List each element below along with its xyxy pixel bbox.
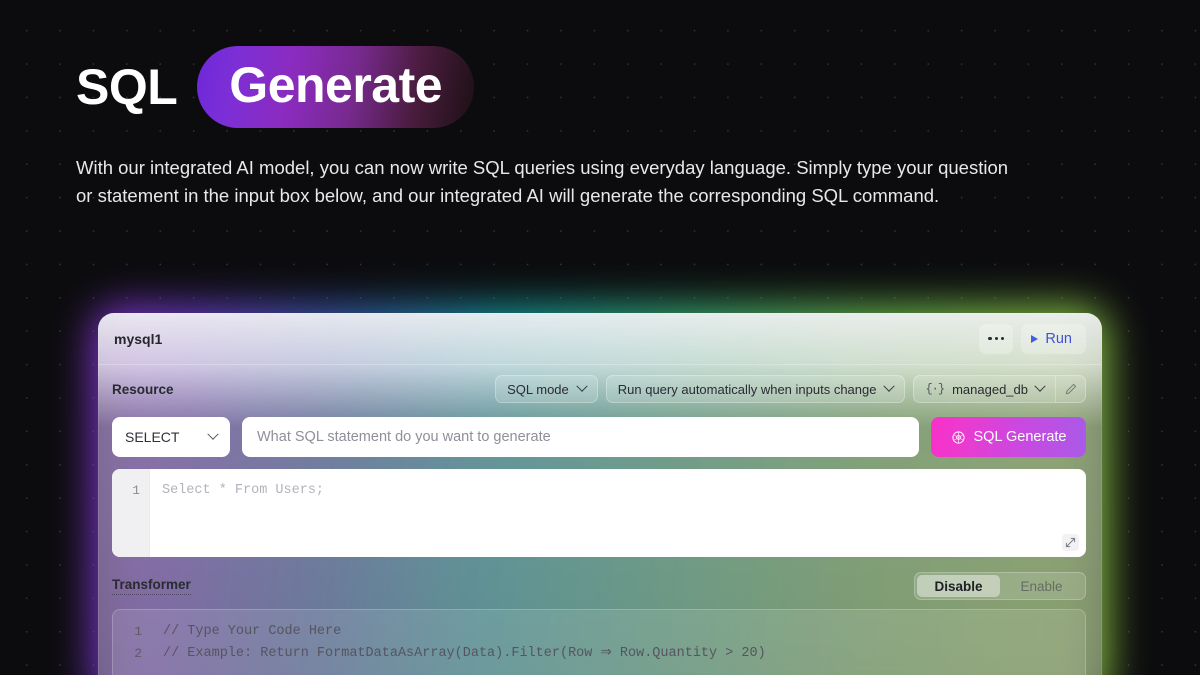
chevron-down-icon (1034, 380, 1046, 392)
database-selector-group: {·} managed_db (913, 375, 1086, 403)
expand-editor-button[interactable] (1062, 534, 1079, 551)
run-button-label: Run (1045, 330, 1072, 347)
sql-prompt-placeholder: What SQL statement do you want to genera… (257, 429, 551, 445)
run-behavior-label: Run query automatically when inputs chan… (617, 381, 877, 397)
transformer-toggle-group: Disable Enable (914, 572, 1086, 600)
sql-mode-dropdown[interactable]: SQL mode (495, 375, 598, 403)
resource-label: Resource (112, 381, 174, 397)
transformer-row: Transformer Disable Enable (98, 563, 1102, 609)
sql-generate-label: SQL Generate (973, 429, 1067, 445)
statement-type-label: SELECT (125, 429, 180, 445)
chevron-down-icon (207, 428, 219, 440)
play-icon (1031, 334, 1039, 343)
transformer-enable-option[interactable]: Enable (1000, 575, 1083, 597)
sql-editor-placeholder: Select * From Users; (162, 483, 325, 498)
page-description: With our integrated AI model, you can no… (76, 157, 1009, 206)
edit-resource-button[interactable] (1055, 376, 1085, 402)
page-title: SQL Generate (76, 46, 1036, 128)
run-button[interactable]: Run (1021, 323, 1086, 354)
database-label: managed_db (952, 381, 1028, 397)
hero-section: SQL Generate With our integrated AI mode… (76, 46, 1036, 210)
statement-type-dropdown[interactable]: SELECT (112, 417, 230, 457)
sql-generate-row: SELECT What SQL statement do you want to… (98, 415, 1102, 459)
pencil-icon (1065, 383, 1076, 395)
database-dropdown[interactable]: {·} managed_db (914, 376, 1055, 402)
sql-prompt-input[interactable]: What SQL statement do you want to genera… (242, 417, 919, 457)
sql-mode-label: SQL mode (507, 381, 569, 397)
transformer-disable-option[interactable]: Disable (917, 575, 1000, 597)
more-options-button[interactable] (979, 323, 1014, 354)
ellipsis-icon (988, 336, 1005, 341)
sql-editor[interactable]: 1 Select * From Users; (112, 469, 1086, 557)
transformer-label: Transformer (112, 577, 191, 595)
run-behavior-dropdown[interactable]: Run query automatically when inputs chan… (605, 375, 906, 403)
expand-icon (1065, 537, 1076, 548)
braces-icon: {·} (925, 382, 945, 396)
chevron-down-icon (883, 380, 896, 392)
query-titlebar: mysql1 Run (98, 313, 1102, 365)
sql-editor-gutter: 1 (112, 469, 150, 557)
app-card: mysql1 Run Resource SQL mode Run query a… (98, 313, 1102, 675)
sql-generate-button[interactable]: SQL Generate (931, 417, 1086, 457)
openai-sparkle-icon (951, 430, 965, 444)
chevron-down-icon (576, 380, 588, 392)
transformer-editor-gutter: 12 (134, 624, 142, 661)
query-name: mysql1 (114, 330, 163, 347)
resource-row: Resource SQL mode Run query automaticall… (98, 365, 1102, 413)
transformer-code: // Type Your Code Here // Example: Retur… (163, 624, 766, 661)
transformer-editor[interactable]: 12 // Type Your Code Here // Example: Re… (112, 609, 1086, 675)
page-title-plain: SQL (76, 59, 178, 115)
page-title-highlight-pill: Generate (197, 46, 475, 128)
